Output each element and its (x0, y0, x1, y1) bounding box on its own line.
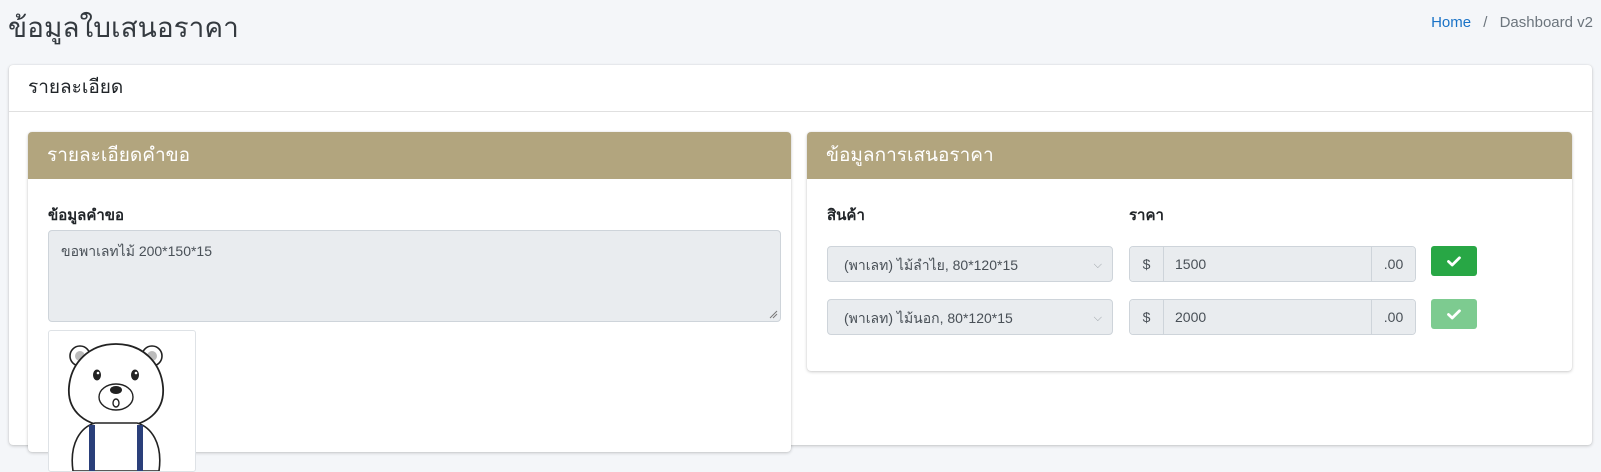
product-select-value: (พาเลท) ไม้นอก, 80*120*15 (844, 310, 1013, 326)
price-input[interactable]: 1500 (1164, 247, 1371, 281)
request-info-textarea[interactable]: ขอพาเลทไม้ 200*150*15 (48, 230, 781, 322)
confirm-price-button[interactable] (1431, 246, 1477, 276)
request-details-panel: รายละเอียดคำขอ ข้อมูลคำขอ ขอพาเลทไม้ 200… (28, 132, 791, 472)
details-card-header: รายละเอียด (9, 65, 1592, 112)
breadcrumb-current: Dashboard v2 (1499, 14, 1593, 31)
page-title: ข้อมูลใบเสนอราคา (8, 12, 239, 43)
price-column-label: ราคา (1129, 207, 1164, 224)
chevron-down-icon: ⌵ (1093, 312, 1102, 324)
product-column-label: สินค้า (827, 207, 865, 224)
product-select[interactable]: (พาเลท) ไม้นอก, 80*120*15 ⌵ (827, 299, 1113, 335)
request-info-text: ขอพาเลทไม้ 200*150*15 (61, 243, 213, 259)
quotation-panel: ข้อมูลการเสนอราคา สินค้า ราคา (พาเลท) ไม… (807, 132, 1572, 371)
currency-prefix: $ (1130, 247, 1164, 281)
breadcrumb-separator: / (1483, 14, 1488, 31)
confirm-price-button[interactable] (1431, 299, 1477, 329)
currency-prefix: $ (1130, 300, 1164, 334)
product-select-value: (พาเลท) ไม้ลำไย, 80*120*15 (844, 257, 1019, 273)
details-card: รายละเอียด รายละเอียดคำขอ ข้อมูลคำขอ ขอพ… (9, 65, 1592, 472)
decimal-suffix: .00 (1371, 247, 1415, 281)
product-select[interactable]: (พาเลท) ไม้ลำไย, 80*120*15 ⌵ (827, 246, 1113, 282)
price-input-group: $ 1500 .00 (1129, 246, 1416, 282)
chevron-down-icon: ⌵ (1093, 259, 1102, 271)
breadcrumb: Home / Dashboard v2 (1431, 14, 1593, 31)
price-input[interactable]: 2000 (1164, 300, 1371, 334)
check-icon (1447, 255, 1461, 266)
request-image[interactable] (48, 330, 196, 472)
price-input-group: $ 2000 .00 (1129, 299, 1416, 335)
resize-handle-icon[interactable] (768, 309, 778, 319)
breadcrumb-home-link[interactable]: Home (1431, 14, 1471, 31)
decimal-suffix: .00 (1371, 300, 1415, 334)
check-icon (1447, 308, 1461, 319)
request-info-label: ข้อมูลคำขอ (48, 207, 125, 224)
request-details-header: รายละเอียดคำขอ (28, 132, 791, 179)
quotation-header: ข้อมูลการเสนอราคา (807, 132, 1572, 179)
bear-cartoon-image (68, 343, 164, 471)
